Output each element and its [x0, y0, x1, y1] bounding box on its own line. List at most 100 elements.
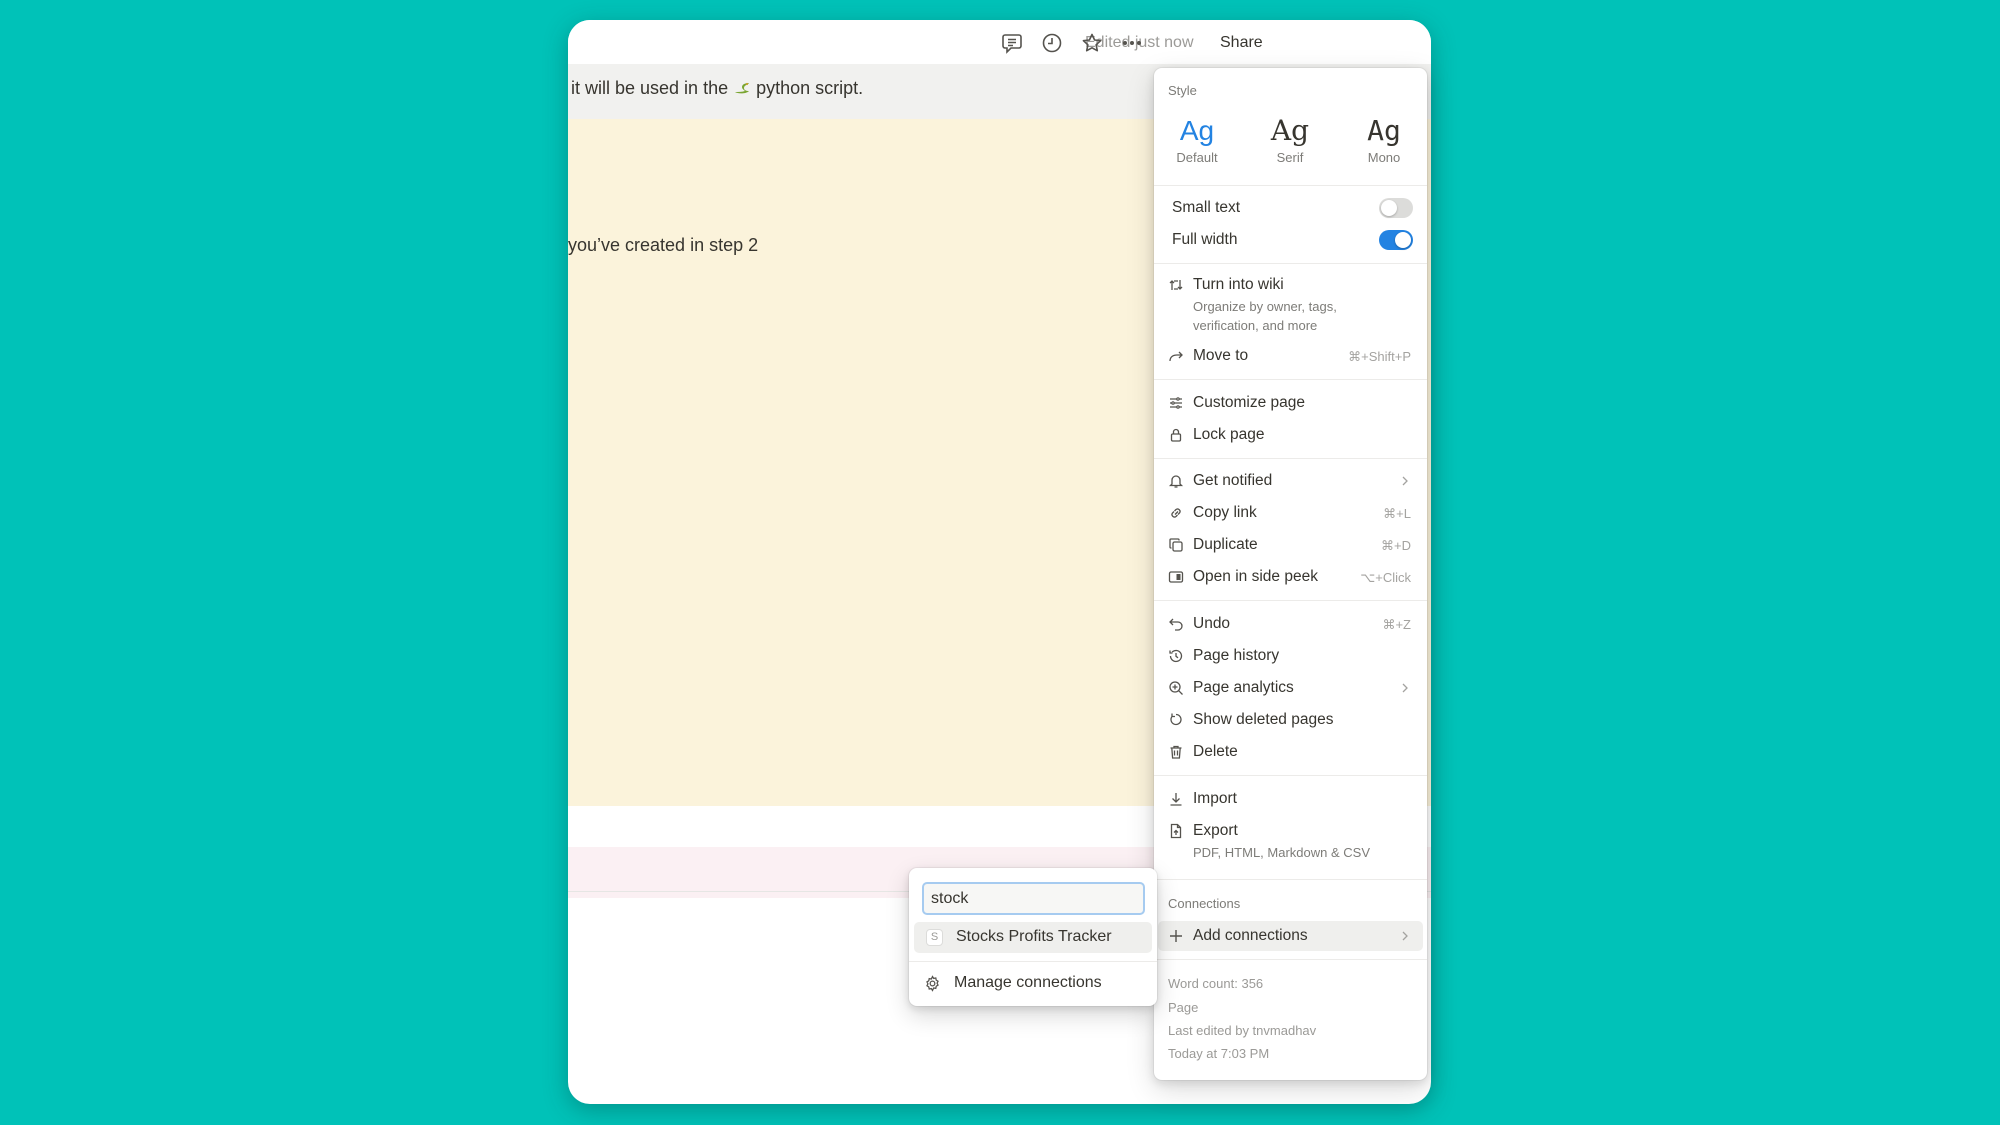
page-topbar: Edited just now Share	[568, 20, 1431, 64]
last-edited-by: Last edited by tnvmadhav	[1168, 1023, 1317, 1038]
link-icon	[1168, 505, 1184, 521]
word-count: Word count: 356	[1168, 976, 1264, 991]
menu-divider	[1154, 185, 1427, 186]
sliders-icon	[1168, 395, 1184, 411]
import-item[interactable]: Import	[1158, 784, 1423, 814]
side-peek-icon	[1168, 569, 1184, 585]
menu-divider	[1154, 458, 1427, 459]
menu-divider	[1154, 379, 1427, 380]
manage-connections-label: Manage connections	[954, 974, 1102, 991]
page-history-item[interactable]: Page history	[1158, 641, 1423, 671]
item-label: Duplicate	[1193, 536, 1258, 553]
callout-text: you’ve created in step 2	[568, 235, 759, 255]
item-label: Open in side peek	[1193, 568, 1318, 585]
popup-divider	[909, 961, 1157, 962]
full-width-toggle[interactable]	[1379, 230, 1413, 250]
lock-page-item[interactable]: Lock page	[1158, 420, 1423, 450]
zoom-in-icon	[1168, 680, 1184, 696]
shortcut-hint: ⌘+Shift+P	[1348, 349, 1411, 364]
gear-icon	[924, 975, 941, 992]
chevron-right-icon	[1399, 680, 1411, 696]
item-label: Move to	[1193, 347, 1249, 364]
item-label: Add connections	[1193, 927, 1308, 944]
bell-icon	[1168, 473, 1184, 489]
plus-icon	[1168, 928, 1184, 944]
add-connections-item[interactable]: Add connections	[1158, 921, 1423, 951]
shortcut-hint: ⌘+Z	[1382, 617, 1411, 632]
full-width-label: Full width	[1172, 231, 1238, 248]
page-type: Page	[1168, 1000, 1199, 1015]
page-options-menu: Style Ag Default Ag Serif Ag Mono Small …	[1154, 68, 1427, 1080]
item-label: Page history	[1193, 647, 1280, 664]
lock-icon	[1168, 427, 1184, 443]
small-text-toggle[interactable]	[1379, 198, 1413, 218]
share-button[interactable]: Share	[1220, 34, 1263, 52]
star-icon[interactable]	[1080, 31, 1104, 55]
font-glyph: Ag	[1270, 114, 1310, 147]
font-label: Mono	[1367, 150, 1401, 165]
item-label: Customize page	[1193, 394, 1306, 411]
item-label: Lock page	[1193, 426, 1265, 443]
item-label: Export	[1193, 822, 1238, 839]
undo-icon	[1168, 616, 1184, 632]
export-item[interactable]: Export PDF, HTML, Markdown & CSV	[1158, 816, 1423, 862]
get-notified-item[interactable]: Get notified	[1158, 466, 1423, 496]
undo-item[interactable]: Undo ⌘+Z	[1158, 609, 1423, 639]
connection-result-item[interactable]: S Stocks Profits Tracker	[914, 922, 1152, 953]
customize-page-item[interactable]: Customize page	[1158, 388, 1423, 418]
item-subtitle: PDF, HTML, Markdown & CSV	[1193, 845, 1370, 860]
font-option-serif[interactable]: Ag Serif	[1250, 114, 1330, 165]
turn-into-wiki-item[interactable]: Turn into wiki Organize by owner, tags, …	[1158, 270, 1423, 336]
open-side-peek-item[interactable]: Open in side peek ⌥+Click	[1158, 562, 1423, 592]
clock-icon[interactable]	[1040, 31, 1064, 55]
snake-emoji-icon	[733, 79, 751, 94]
menu-divider	[1154, 600, 1427, 601]
duplicate-item[interactable]: Duplicate ⌘+D	[1158, 530, 1423, 560]
chevron-right-icon	[1399, 928, 1411, 944]
callout-text: it will be used in the python script.	[571, 78, 864, 98]
item-subtitle: Organize by owner, tags,	[1193, 299, 1337, 314]
style-section-label: Style	[1168, 83, 1197, 98]
connections-section-label: Connections	[1168, 896, 1241, 911]
menu-divider	[1154, 959, 1427, 960]
history-icon	[1168, 648, 1184, 664]
integration-badge-icon: S	[926, 929, 943, 946]
add-connections-popup: S Stocks Profits Tracker Manage connecti…	[909, 868, 1157, 1006]
chevron-right-icon	[1399, 473, 1411, 489]
more-icon[interactable]	[1120, 31, 1144, 55]
font-glyph: Ag	[1367, 114, 1401, 147]
item-label: Delete	[1193, 743, 1238, 760]
small-text-label: Small text	[1172, 199, 1241, 216]
item-label: Undo	[1193, 615, 1231, 632]
font-option-default[interactable]: Ag Default	[1157, 114, 1237, 165]
item-label: Page analytics	[1193, 679, 1294, 696]
duplicate-icon	[1168, 537, 1184, 553]
comment-icon[interactable]	[1000, 31, 1024, 55]
font-label: Default	[1176, 150, 1218, 165]
delete-item[interactable]: Delete	[1158, 737, 1423, 767]
page-analytics-item[interactable]: Page analytics	[1158, 673, 1423, 703]
shortcut-hint: ⌘+L	[1383, 506, 1411, 521]
wiki-convert-icon	[1168, 277, 1184, 293]
font-glyph: Ag	[1179, 115, 1215, 146]
item-label: Get notified	[1193, 472, 1273, 489]
restore-icon	[1168, 712, 1184, 728]
arrow-turn-right-icon	[1168, 348, 1184, 364]
copy-link-item[interactable]: Copy link ⌘+L	[1158, 498, 1423, 528]
shortcut-hint: ⌥+Click	[1360, 570, 1411, 585]
import-icon	[1168, 791, 1184, 807]
item-subtitle: verification, and more	[1193, 318, 1318, 333]
shortcut-hint: ⌘+D	[1381, 538, 1411, 553]
item-label: Turn into wiki	[1193, 276, 1284, 293]
item-label: Import	[1193, 790, 1237, 807]
menu-divider	[1154, 263, 1427, 264]
move-to-item[interactable]: Move to ⌘+Shift+P	[1158, 341, 1423, 371]
font-option-mono[interactable]: Ag Mono	[1344, 114, 1424, 165]
connection-search-input[interactable]	[922, 882, 1145, 915]
manage-connections-item[interactable]: Manage connections	[914, 968, 1152, 999]
last-edited-time: Today at 7:03 PM	[1168, 1046, 1270, 1061]
font-label: Serif	[1276, 150, 1304, 165]
item-label: Show deleted pages	[1193, 711, 1334, 728]
connection-result-label: Stocks Profits Tracker	[956, 928, 1112, 945]
show-deleted-pages-item[interactable]: Show deleted pages	[1158, 705, 1423, 735]
